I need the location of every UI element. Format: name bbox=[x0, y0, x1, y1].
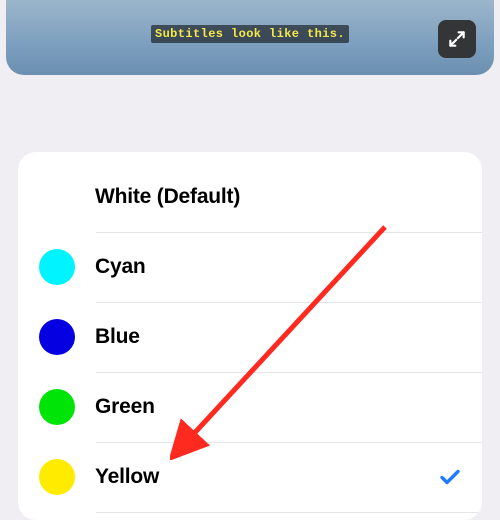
color-option-label: Green bbox=[95, 395, 438, 419]
color-option-magenta[interactable]: Magenta bbox=[18, 512, 482, 520]
swatch-blue bbox=[39, 319, 75, 355]
color-options-card: White (Default) Cyan Blue Green Yellow M… bbox=[18, 152, 482, 520]
color-option-white-default[interactable]: White (Default) bbox=[18, 162, 482, 232]
color-option-cyan[interactable]: Cyan bbox=[18, 232, 482, 302]
color-option-label: Blue bbox=[95, 325, 438, 349]
swatch-green bbox=[39, 389, 75, 425]
expand-button[interactable] bbox=[438, 20, 476, 58]
swatch-placeholder bbox=[39, 179, 75, 215]
expand-icon bbox=[447, 29, 467, 49]
subtitle-sample-text: Subtitles look like this. bbox=[151, 25, 349, 43]
color-option-label: White (Default) bbox=[95, 185, 438, 209]
selected-check-slot bbox=[438, 465, 462, 489]
color-option-label: Yellow bbox=[95, 465, 438, 489]
color-option-green[interactable]: Green bbox=[18, 372, 482, 442]
color-option-label: Cyan bbox=[95, 255, 438, 279]
color-option-blue[interactable]: Blue bbox=[18, 302, 482, 372]
swatch-yellow bbox=[39, 459, 75, 495]
color-option-yellow[interactable]: Yellow bbox=[18, 442, 482, 512]
swatch-cyan bbox=[39, 249, 75, 285]
checkmark-icon bbox=[438, 465, 462, 489]
subtitle-preview-panel: Subtitles look like this. bbox=[6, 0, 494, 75]
